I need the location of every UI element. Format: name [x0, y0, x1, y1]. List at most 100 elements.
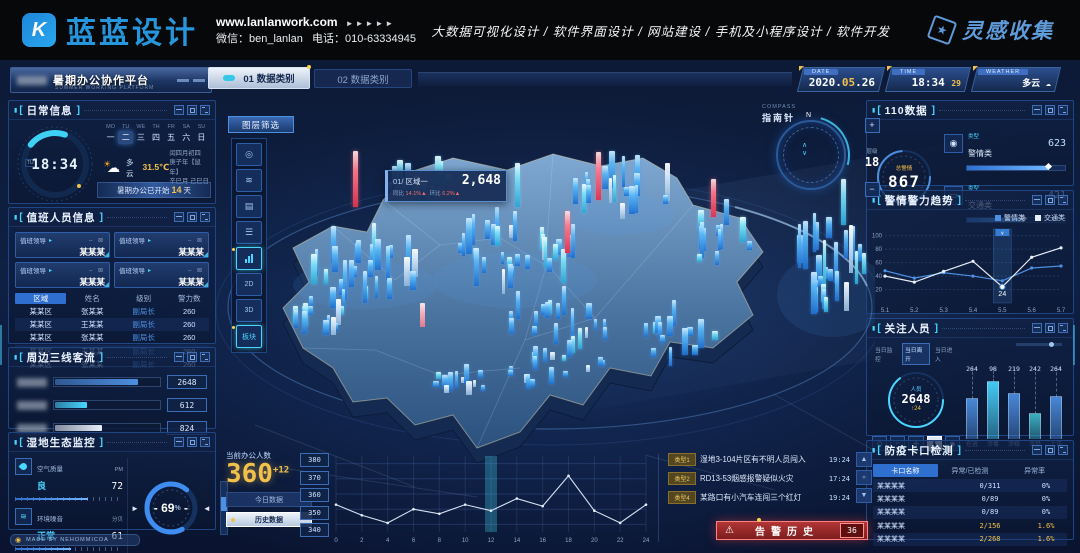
- minimize-icon[interactable]: [174, 105, 184, 115]
- minimize-icon[interactable]: [174, 212, 184, 222]
- temperature: 31.5℃: [143, 162, 170, 173]
- minimize-icon[interactable]: [1032, 323, 1042, 333]
- checkpoint-row: 某某某某2/1561.6%: [873, 519, 1067, 532]
- alert-history-button[interactable]: ⚠ 告警历史 36: [716, 521, 868, 540]
- window-icon[interactable]: [1045, 195, 1055, 205]
- alert-row[interactable]: 类型2RD13-53烟感报警疑似火灾17:24: [668, 471, 850, 486]
- window-icon[interactable]: [187, 212, 197, 222]
- checkpoint-header-2[interactable]: 异常率: [1002, 464, 1067, 477]
- window-icon[interactable]: [1045, 105, 1055, 115]
- minimize-icon[interactable]: [1032, 195, 1042, 205]
- data-spike: [573, 178, 578, 204]
- window-icon[interactable]: [1045, 445, 1055, 455]
- bar-stem: [1056, 367, 1057, 397]
- window-icon[interactable]: [187, 105, 197, 115]
- data-spike: [543, 348, 548, 362]
- layer-button-monitor[interactable]: ▤: [236, 195, 262, 218]
- duty-name: 某某某: [119, 276, 204, 288]
- data-spike: [311, 254, 317, 284]
- card-options-icon[interactable]: ‒ ⊠: [188, 267, 204, 274]
- alert-type-tag: 类型4: [668, 491, 696, 504]
- tooltip-value: 2,648: [462, 173, 501, 188]
- weekday-cn[interactable]: 四: [148, 131, 163, 144]
- svg-text:60: 60: [875, 261, 882, 267]
- duty-role: 值班领导: [119, 235, 145, 245]
- 2d-label: 2D: [245, 281, 254, 288]
- expand-icon[interactable]: [1058, 105, 1068, 115]
- card-options-icon[interactable]: ‒ ⊠: [89, 237, 105, 244]
- compass-pan-icon[interactable]: ∧∨: [802, 142, 807, 157]
- minimize-icon[interactable]: [1032, 445, 1042, 455]
- expand-icon[interactable]: [1058, 195, 1068, 205]
- flow-value: 612: [167, 398, 207, 412]
- window-icon[interactable]: [1045, 323, 1055, 333]
- weekday-cn[interactable]: 二: [118, 131, 133, 144]
- expand-icon[interactable]: [1058, 323, 1068, 333]
- expand-icon[interactable]: [200, 352, 210, 362]
- layer-button-list[interactable]: ☰: [236, 221, 262, 244]
- weekday-cn[interactable]: 五: [164, 131, 179, 144]
- type-name: 警情类: [968, 149, 992, 158]
- title-dashes-icon: [177, 79, 205, 82]
- data-spike: [404, 257, 409, 286]
- zoom-out-button[interactable]: −: [865, 182, 880, 197]
- focus-tab[interactable]: 当日离开: [902, 343, 930, 365]
- focus-tab[interactable]: 当日监控: [872, 343, 900, 365]
- focus-tab[interactable]: 当日进入: [932, 343, 960, 365]
- data-spike: [323, 320, 329, 335]
- alert-pager: ▲ ● ▼: [856, 452, 872, 503]
- alert-type-tag: 类型1: [668, 453, 696, 466]
- data-spike: [529, 379, 535, 386]
- alert-row[interactable]: 类型1湿地3-104片区有不明人员闯入19:24: [668, 452, 850, 467]
- alert-dot-icon[interactable]: ●: [856, 470, 872, 485]
- gauge-right-arrow[interactable]: ◄: [203, 504, 211, 513]
- weekday-cn[interactable]: 一: [103, 131, 118, 144]
- layer-button-3d[interactable]: 3D: [236, 299, 262, 322]
- expand-icon[interactable]: [200, 437, 210, 447]
- checkpoint-header-0[interactable]: 卡口名称: [873, 464, 938, 477]
- expand-icon[interactable]: [200, 105, 210, 115]
- expand-icon[interactable]: [1058, 445, 1068, 455]
- edge-deco-left: [0, 325, 7, 365]
- bars-scrollbar[interactable]: [1016, 343, 1062, 346]
- data-spike: [747, 241, 752, 250]
- alert-down-icon[interactable]: ▼: [856, 488, 872, 503]
- cell: 副局长: [118, 306, 169, 317]
- window-icon[interactable]: [187, 352, 197, 362]
- inspiration-collect[interactable]: ★ 灵感收集: [930, 15, 1054, 45]
- layer-button-block[interactable]: 板块: [236, 325, 262, 348]
- card-options-icon[interactable]: ‒ ⊠: [188, 237, 204, 244]
- panel-title: 警情警力趋势: [885, 193, 954, 208]
- checkpoint-header-1[interactable]: 异常/已检测: [938, 464, 1003, 477]
- weekday-cn[interactable]: 日: [194, 131, 209, 144]
- data-spike: [547, 258, 552, 272]
- minimize-icon[interactable]: [174, 437, 184, 447]
- layer-button-location[interactable]: ◎: [236, 143, 262, 166]
- air-quality-item: 空气质量良 PM72: [15, 458, 123, 501]
- panel-daily-info: ▮[日常信息] TU 18:34 MOTUWETHFRSASU一二三四五六日: [8, 100, 216, 204]
- zoom-in-button[interactable]: +: [865, 118, 880, 133]
- highlight-spike: [515, 163, 520, 207]
- data-spike: [663, 195, 668, 203]
- site-url[interactable]: www.lanlanwork.com: [216, 15, 338, 29]
- layer-button-chart[interactable]: [236, 247, 262, 270]
- alert-up-icon[interactable]: ▲: [856, 452, 872, 467]
- minimize-icon[interactable]: [1032, 105, 1042, 115]
- compass-ring[interactable]: [776, 120, 846, 190]
- weekday-cn[interactable]: 六: [179, 131, 194, 144]
- weekday-cn[interactable]: 三: [133, 131, 148, 144]
- tab-pill-icon: [223, 75, 235, 81]
- redacted-label: [17, 401, 47, 410]
- alert-row[interactable]: 类型4某路口有小汽车连闯三个红灯19:24: [668, 490, 850, 505]
- card-options-icon[interactable]: ‒ ⊠: [89, 267, 105, 274]
- layer-button-2d[interactable]: 2D: [236, 273, 262, 296]
- tab-data-category-2[interactable]: 02 数据类别: [314, 69, 412, 88]
- expand-icon[interactable]: [200, 212, 210, 222]
- corner-accent: [203, 252, 208, 257]
- window-icon[interactable]: [187, 437, 197, 447]
- tab-data-category-1[interactable]: 01 数据类别: [208, 67, 310, 89]
- y-tick-box: 340: [300, 523, 329, 537]
- layer-button-signal[interactable]: ≋: [236, 169, 262, 192]
- gauge-left-arrow[interactable]: ►: [131, 504, 139, 513]
- minimize-icon[interactable]: [174, 352, 184, 362]
